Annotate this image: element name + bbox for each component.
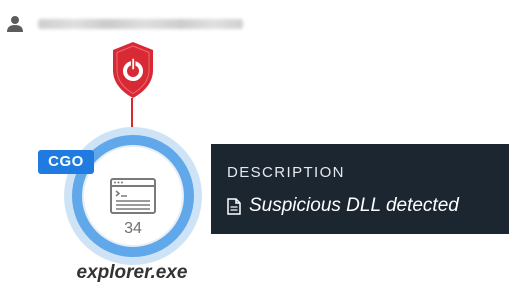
tooltip-body: Suspicious DLL detected [227,193,509,219]
description-tooltip: DESCRIPTION Suspicious DLL detected [211,144,509,234]
tooltip-heading: DESCRIPTION [227,164,345,181]
cgo-badge: CGO [38,150,94,174]
document-icon [227,197,241,215]
user-name-redacted [38,19,243,29]
person-icon [7,16,23,32]
detection-description: Suspicious DLL detected [249,195,459,216]
window-terminal-icon [110,178,156,214]
child-process-count: 34 [124,220,142,237]
process-name[interactable]: explorer.exe [30,262,234,284]
user-row [6,12,243,36]
process-tree-canvas: 34 CGO explorer.exe DESCRIPTION Suspicio… [0,0,509,286]
shield-alert-icon[interactable] [110,40,156,100]
